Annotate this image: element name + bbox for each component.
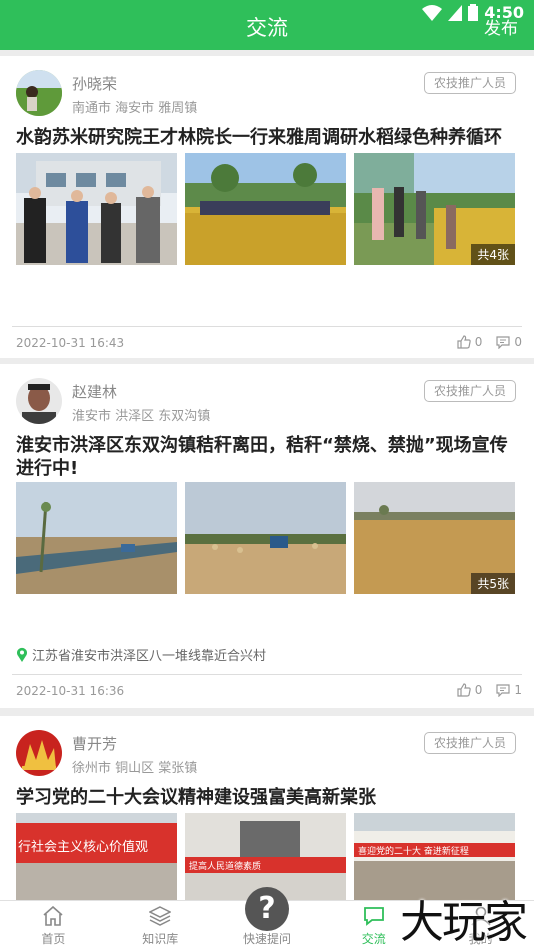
author-location: 淮安市 洪泽区 东双沟镇	[72, 409, 211, 424]
thumbs-up-icon	[457, 335, 471, 349]
banner-text: 行社会主义核心价值观	[18, 839, 148, 855]
avatar[interactable]	[16, 730, 62, 776]
post-date: 2022-10-31 16:36	[16, 684, 125, 698]
home-icon	[43, 906, 63, 926]
question-icon: ?	[244, 887, 289, 931]
post-card[interactable]: 曹开芳 徐州市 铜山区 棠张镇 农技推广人员 学习党的二十大会议精神建设强富美高…	[0, 716, 534, 900]
page-title: 交流	[246, 16, 288, 40]
post-address[interactable]: 江苏省淮安市洪泽区八一堆线靠近合兴村	[16, 645, 266, 664]
post-footer: 2022-10-31 16:43 0 0	[12, 326, 522, 358]
author-location: 徐州市 铜山区 棠张镇	[72, 761, 198, 776]
post-photo[interactable]	[16, 153, 177, 265]
post-title[interactable]: 淮安市洪泽区东双沟镇秸秆离田，秸秆“禁烧、禁抛”现场宣传进行中!	[16, 434, 514, 480]
like-button[interactable]: 0	[457, 683, 483, 697]
photo-count-badge: 共4张	[471, 244, 515, 265]
comment-button[interactable]: 0	[496, 335, 522, 349]
comment-icon	[496, 683, 510, 697]
author-name[interactable]: 赵建林	[72, 381, 117, 402]
post-feed[interactable]: 孙晓荣 南通市 海安市 雅周镇 农技推广人员 水韵苏米研究院王才林院长一行来雅周…	[0, 52, 534, 900]
chat-icon	[363, 907, 384, 926]
tab-label: 快速提问	[242, 932, 291, 946]
post-title[interactable]: 水韵苏米研究院王才林院长一行来雅周调研水稻绿色种养循环	[16, 126, 514, 149]
watermark-logo: 大玩家	[400, 897, 528, 948]
avatar[interactable]	[16, 378, 62, 424]
post-photo[interactable]: 行社会主义核心价值观	[16, 813, 177, 900]
role-badge: 农技推广人员	[423, 732, 516, 754]
post-footer: 2022-10-31 16:36 0 1	[12, 674, 522, 706]
comment-button[interactable]: 1	[496, 683, 522, 697]
banner-text: 提高人民道德素质	[189, 860, 261, 872]
like-button[interactable]: 0	[457, 335, 483, 349]
comment-count: 1	[514, 683, 522, 697]
post-photo[interactable]	[185, 482, 346, 594]
post-date: 2022-10-31 16:43	[16, 336, 125, 350]
photo-grid[interactable]: 共4张	[16, 153, 515, 265]
avatar[interactable]	[16, 70, 62, 116]
author-name[interactable]: 曹开芳	[72, 733, 117, 754]
publish-button[interactable]: 发布	[484, 14, 518, 39]
layers-icon	[149, 906, 172, 926]
photo-grid[interactable]: 共5张	[16, 482, 515, 594]
tab-label: 知识库	[142, 932, 179, 946]
banner-text: 喜迎党的二十大 奋进新征程	[358, 845, 469, 857]
tab-knowledge[interactable]: 知识库	[107, 901, 214, 950]
post-photo[interactable]	[185, 153, 346, 265]
location-pin-icon	[17, 647, 27, 662]
post-photo[interactable]	[16, 482, 177, 594]
comment-count: 0	[514, 335, 522, 349]
photo-count-badge: 共5张	[471, 573, 515, 594]
role-badge: 农技推广人员	[423, 72, 516, 94]
role-badge: 农技推广人员	[423, 380, 516, 402]
tab-home[interactable]: 首页	[0, 901, 107, 950]
post-photo[interactable]: 共5张	[354, 482, 515, 594]
thumbs-up-icon	[457, 683, 471, 697]
post-title[interactable]: 学习党的二十大会议精神建设强富美高新棠张	[16, 786, 514, 809]
tab-quick-ask[interactable]: ? 快速提问	[214, 887, 321, 950]
app-header: 4:50 交流 发布	[0, 0, 534, 50]
post-card[interactable]: 赵建林 淮安市 洪泽区 东双沟镇 农技推广人员 淮安市洪泽区东双沟镇秸秆离田，秸…	[0, 364, 534, 708]
post-photo[interactable]: 共4张	[354, 153, 515, 265]
like-count: 0	[474, 335, 483, 349]
author-location: 南通市 海安市 雅周镇	[72, 101, 198, 116]
tab-label: 首页	[41, 932, 66, 946]
post-card[interactable]: 孙晓荣 南通市 海安市 雅周镇 农技推广人员 水韵苏米研究院王才林院长一行来雅周…	[0, 56, 534, 358]
author-name[interactable]: 孙晓荣	[72, 73, 117, 94]
comment-icon	[496, 335, 510, 349]
like-count: 0	[474, 683, 483, 697]
address-text: 江苏省淮安市洪泽区八一堆线靠近合兴村	[32, 649, 267, 664]
